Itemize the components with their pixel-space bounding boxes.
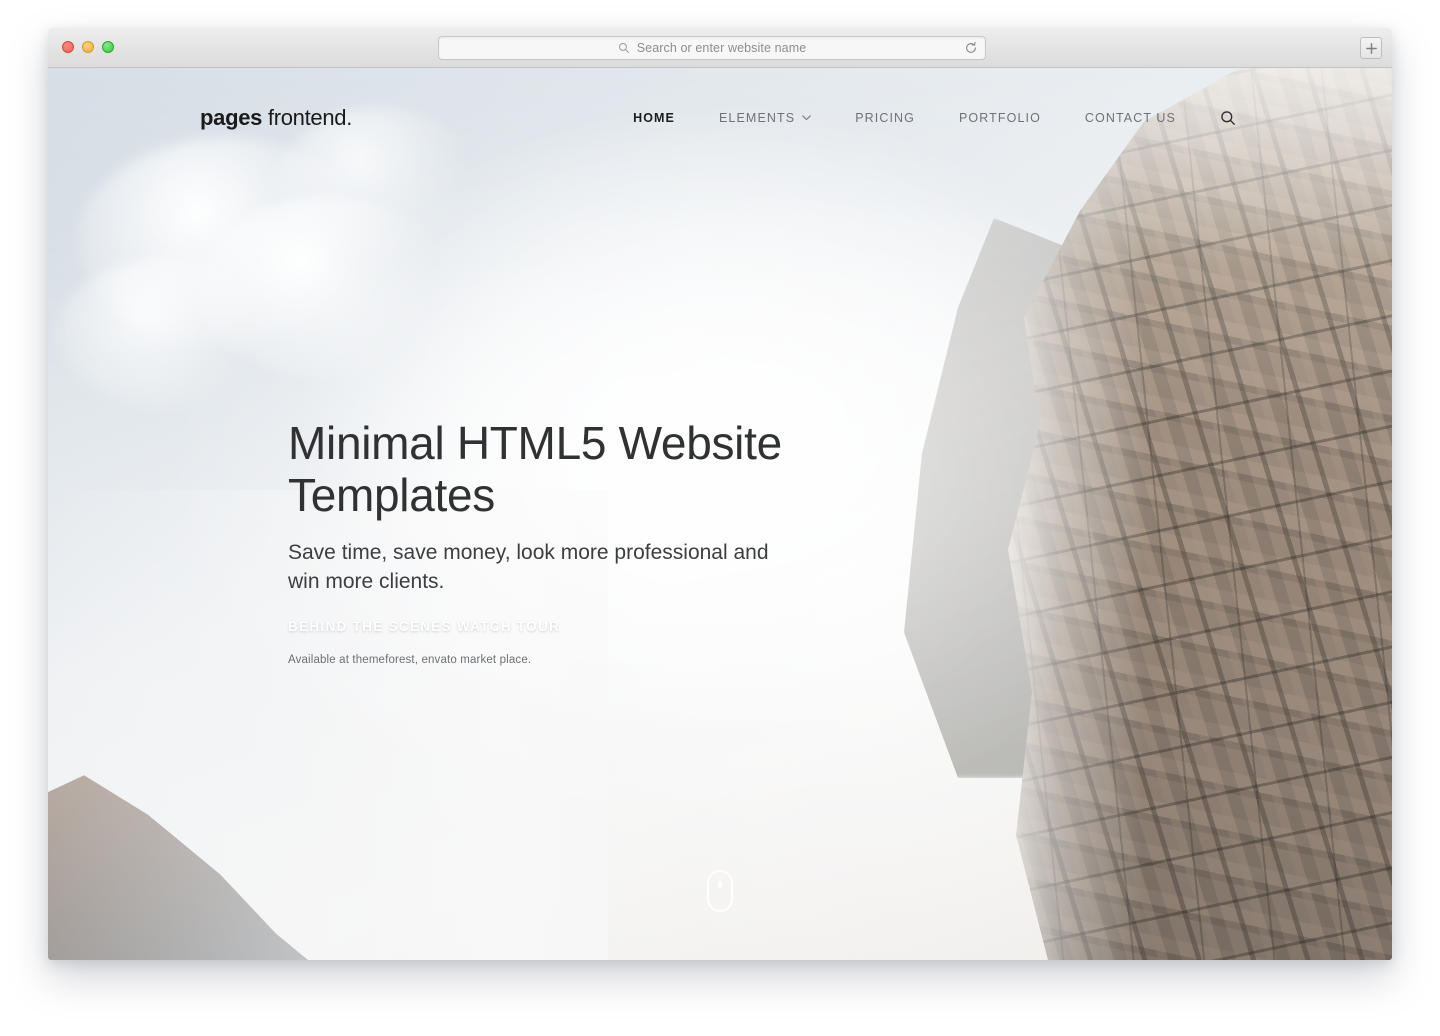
main-navigation: HOME ELEMENTS PRICING PORTFOLIO CONTACT …	[611, 102, 1240, 134]
nav-item-contact-us[interactable]: CONTACT US	[1063, 103, 1198, 133]
nav-item-pricing[interactable]: PRICING	[833, 103, 937, 133]
browser-toolbar: Search or enter website name	[48, 28, 1392, 68]
nav-item-label: HOME	[633, 111, 675, 125]
chevron-down-icon	[802, 115, 811, 121]
hero-cta-link[interactable]: BEHIND THE SCENES WATCH TOUR	[288, 619, 560, 634]
site-header: pages frontend. HOME ELEMENTS PRICING PO…	[48, 68, 1392, 168]
nav-item-portfolio[interactable]: PORTFOLIO	[937, 103, 1063, 133]
new-tab-button[interactable]	[1360, 37, 1382, 59]
search-icon	[1221, 111, 1235, 125]
rock-cliff	[1008, 68, 1392, 960]
reload-icon[interactable]	[964, 41, 978, 55]
maximize-window-button[interactable]	[102, 41, 114, 53]
scroll-wheel-dot	[718, 881, 722, 888]
fog-overlay	[1008, 68, 1392, 960]
nav-item-label: PORTFOLIO	[958, 111, 1041, 125]
search-icon	[618, 43, 629, 53]
window-controls	[62, 41, 114, 53]
nav-item-home[interactable]: HOME	[611, 103, 697, 133]
site-logo[interactable]: pages frontend.	[200, 107, 352, 129]
address-bar[interactable]: Search or enter website name	[438, 36, 986, 60]
plus-icon	[1365, 42, 1377, 54]
nav-search-button[interactable]	[1216, 102, 1240, 134]
nav-item-label: ELEMENTS	[719, 111, 796, 125]
close-window-button[interactable]	[62, 41, 74, 53]
logo-light-text: frontend.	[262, 105, 353, 130]
nav-item-elements[interactable]: ELEMENTS	[697, 103, 833, 133]
minimize-window-button[interactable]	[82, 41, 94, 53]
address-bar-content: Search or enter website name	[618, 41, 807, 55]
address-bar-placeholder: Search or enter website name	[636, 41, 807, 55]
page-viewport: pages frontend. HOME ELEMENTS PRICING PO…	[48, 68, 1392, 960]
scroll-mouse-icon[interactable]	[707, 870, 733, 912]
hero-subtitle: Save time, save money, look more profess…	[288, 541, 769, 593]
hero-title: Minimal HTML5 Website Templates	[288, 417, 782, 521]
hero-availability-note: Available at themeforest, envato market …	[288, 654, 532, 667]
hero-content: Minimal HTML5 Website Templates Save tim…	[288, 417, 848, 667]
browser-window: Search or enter website name pages front…	[48, 28, 1392, 960]
logo-strong-text: pages	[200, 105, 263, 130]
cloud-shape	[58, 258, 278, 408]
nav-item-label: PRICING	[855, 111, 915, 125]
nav-item-label: CONTACT US	[1084, 111, 1176, 125]
